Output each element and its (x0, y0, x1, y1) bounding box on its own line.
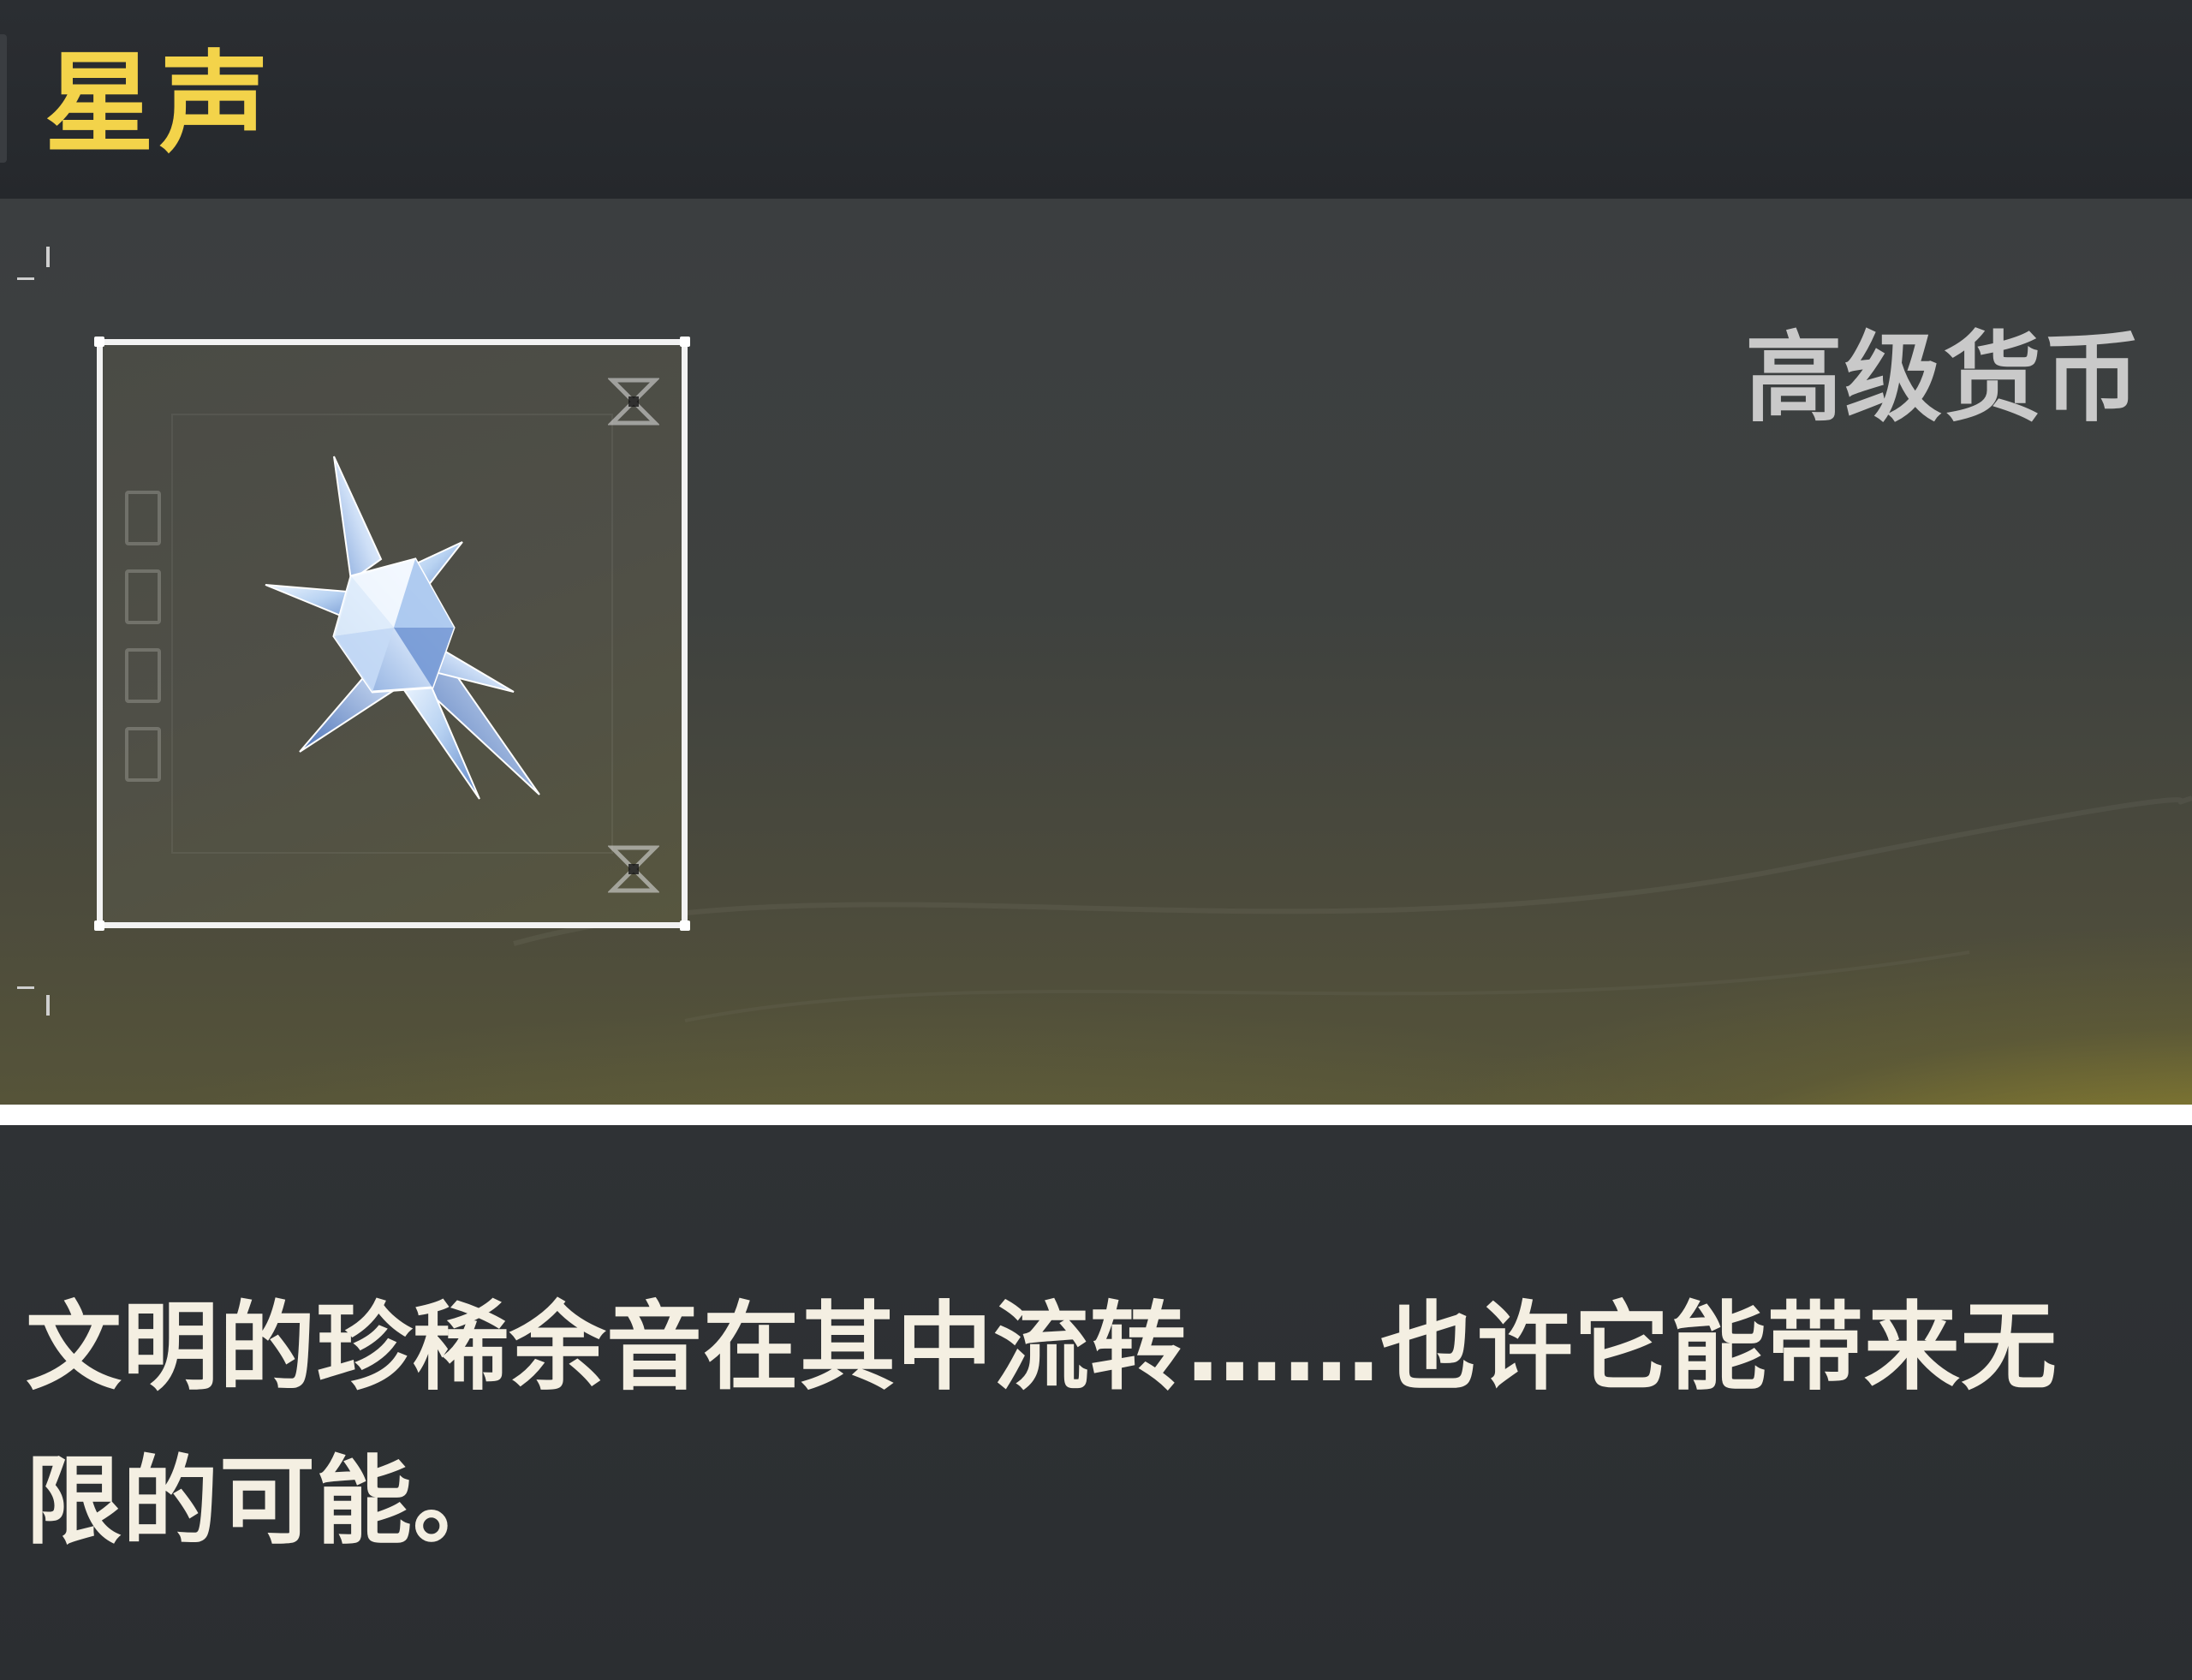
item-detail-card: 星声 高级货币 文明的珍稀余音在其中流转……也许它能带来无限的可能。 (0, 0, 2192, 1680)
frame-deco-icon (608, 845, 659, 893)
frame-corner-tick (46, 995, 50, 1016)
frame-corner-dot (94, 337, 104, 347)
frame-corner-tick (46, 247, 50, 267)
frame-corner-tick (17, 277, 34, 280)
frame-deco-icon (608, 378, 659, 426)
description-panel: 文明的珍稀余音在其中流转……也许它能带来无限的可能。 (0, 1125, 2192, 1680)
section-divider (0, 1105, 2192, 1125)
frame-corner-tick (17, 986, 34, 989)
item-description: 文明的珍稀余音在其中流转……也许它能带来无限的可能。 (26, 1292, 2058, 1558)
title-notch (0, 34, 7, 163)
item-name: 星声 (45, 40, 275, 168)
item-category: 高级货币 (1744, 321, 2142, 435)
item-icon-frame[interactable] (94, 337, 690, 931)
frame-corner-dot (680, 337, 690, 347)
title-bar: 星声 (0, 0, 2192, 199)
frame-corner-dot (94, 920, 104, 931)
item-banner: 高级货币 (0, 199, 2192, 1105)
side-decoration (113, 491, 173, 782)
crystal-star-icon (265, 456, 540, 800)
frame-corner-dot (680, 920, 690, 931)
